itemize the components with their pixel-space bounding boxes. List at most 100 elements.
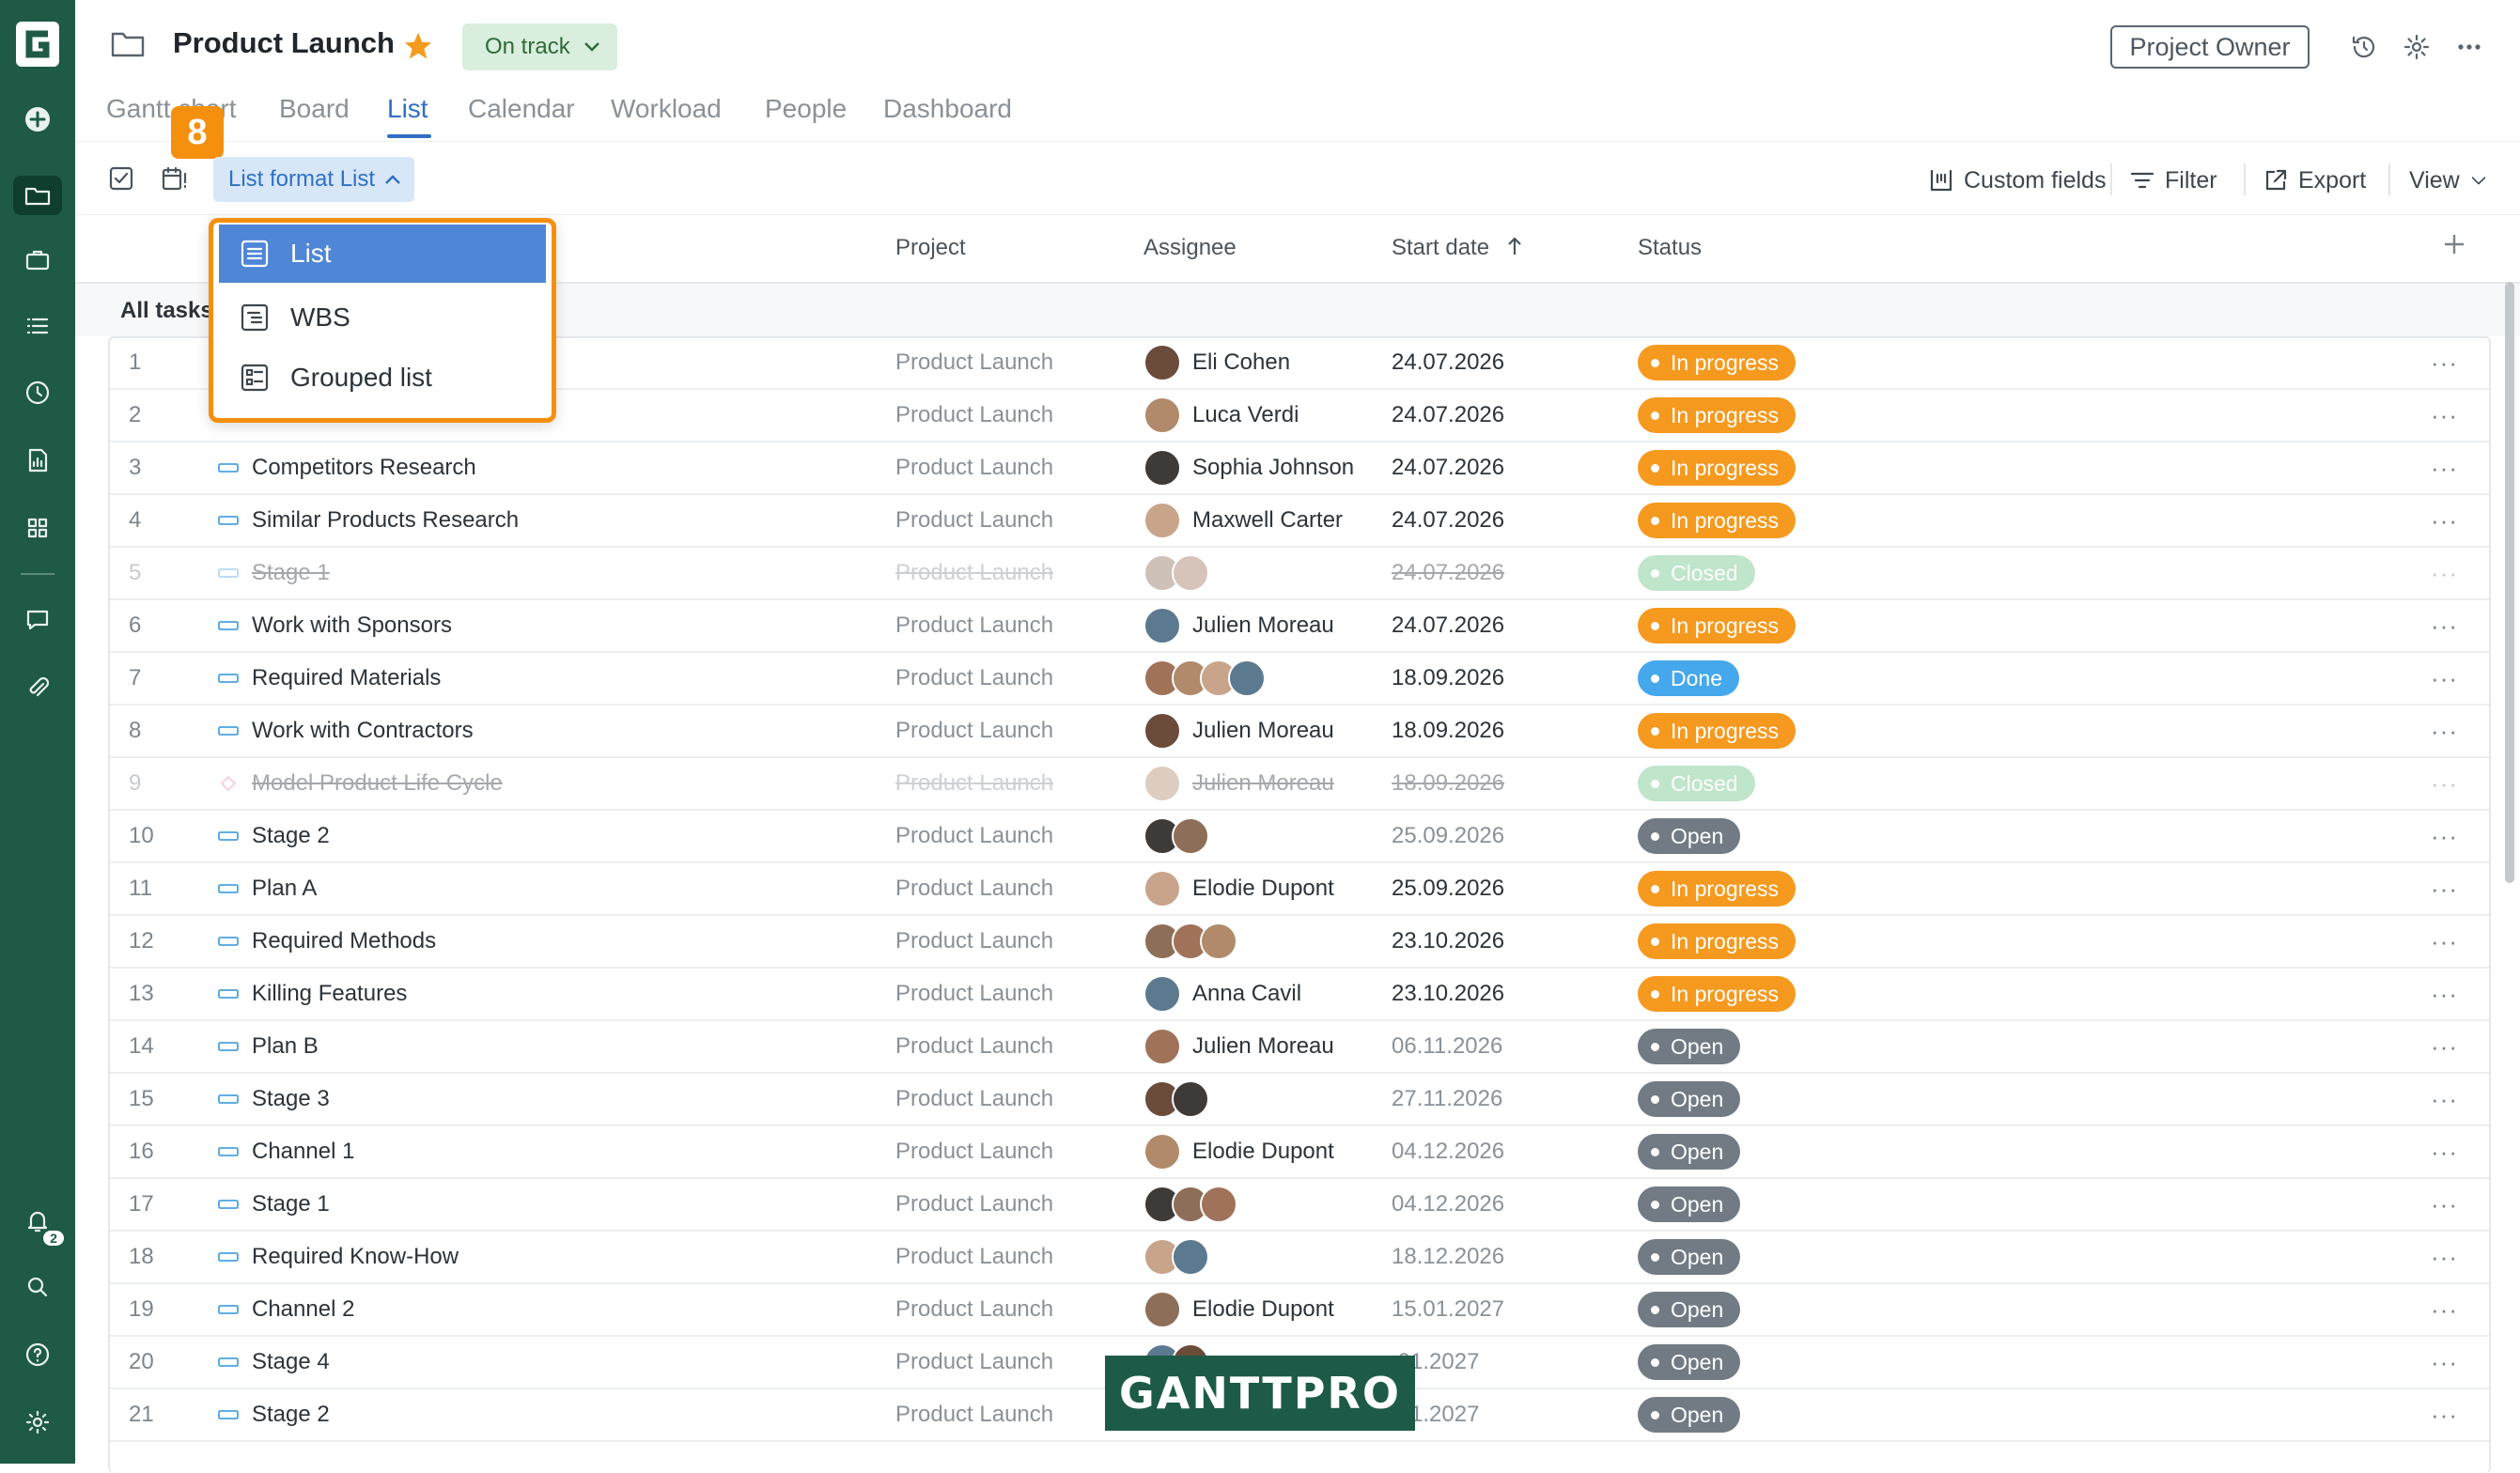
portfolio-briefcase-icon[interactable] [19,241,56,279]
task-name-cell[interactable]: Stage 4 [216,1337,330,1388]
vertical-scrollbar[interactable] [2505,282,2514,883]
tab-list[interactable]: List [387,94,428,124]
more-options-icon[interactable] [2450,28,2488,66]
status-badge[interactable]: Done [1638,660,1739,696]
assignee-cell[interactable] [1143,811,1209,861]
row-more-options-icon[interactable]: ··· [2431,495,2458,546]
task-name-cell[interactable]: Channel 2 [216,1284,354,1335]
assignee-cell[interactable]: Julien Moreau [1143,1021,1334,1072]
custom-fields-button[interactable]: Custom fields [1928,163,2106,197]
status-cell[interactable]: In progress [1638,495,1797,546]
project-status-dropdown[interactable]: On track [462,23,617,70]
task-name-cell[interactable]: Stage 2 [216,1389,330,1440]
column-header-assignee[interactable]: Assignee [1143,235,1237,261]
column-header-project[interactable]: Project [895,235,966,261]
start-date-cell[interactable]: 04.12.2026 [1392,1179,1504,1230]
table-row[interactable]: 9 Model Product Life Cycle Product Launch J… [110,758,2489,811]
column-header-start-date[interactable]: Start date [1392,235,1524,261]
row-more-options-icon[interactable]: ··· [2431,1074,2458,1124]
start-date-cell[interactable]: 04.12.2026 [1392,1126,1504,1177]
status-cell[interactable]: Open [1638,1284,1741,1335]
start-date-cell[interactable]: 24.07.2026 [1392,495,1504,546]
status-badge[interactable]: In progress [1638,450,1797,486]
status-badge[interactable]: Open [1638,818,1741,854]
assignee-cell[interactable]: Anna Cavil [1143,969,1301,1019]
assignee-cell[interactable]: Luca Verdi [1143,390,1299,441]
start-date-cell[interactable]: 18.12.2026 [1392,1232,1504,1282]
task-name-cell[interactable]: Competitors Research [216,442,476,493]
row-more-options-icon[interactable]: ··· [2431,1179,2458,1230]
filter-button[interactable]: Filter [2129,163,2217,197]
row-more-options-icon[interactable]: ··· [2431,1284,2458,1335]
start-date-cell[interactable]: 18.09.2026 [1392,758,1504,809]
row-more-options-icon[interactable]: ··· [2431,1232,2458,1282]
task-name-cell[interactable]: Similar Products Research [216,495,519,546]
row-more-options-icon[interactable]: ··· [2431,916,2458,967]
dropdown-item-grouped-list[interactable]: Grouped list [219,349,546,407]
list-format-button[interactable]: List format List [213,157,414,202]
status-cell[interactable]: Done [1638,653,1739,704]
table-row[interactable]: 4 Similar Products Research Product Launch… [110,495,2489,548]
view-dropdown[interactable]: View [2409,163,2488,197]
status-cell[interactable]: In progress [1638,600,1797,651]
start-date-cell[interactable]: 23.10.2026 [1392,969,1504,1019]
assignee-cell[interactable]: Eli Cohen [1143,337,1290,388]
status-badge[interactable]: Open [1638,1397,1741,1433]
start-date-cell[interactable]: 18.09.2026 [1392,653,1504,704]
reports-icon[interactable] [19,442,56,479]
status-badge[interactable]: Open [1638,1186,1741,1222]
row-more-options-icon[interactable]: ··· [2431,811,2458,861]
dropdown-item-wbs[interactable]: WBS [219,288,546,347]
assignee-cell[interactable] [1143,916,1237,967]
select-tasks-checkbox-icon[interactable] [104,162,138,195]
start-date-cell[interactable]: 24.07.2026 [1392,442,1504,493]
table-row[interactable]: 12 Required Methods Product Launch 23.10.20… [110,916,2489,969]
row-more-options-icon[interactable]: ··· [2431,1021,2458,1072]
status-cell[interactable]: Open [1638,1021,1741,1072]
status-cell[interactable]: Open [1638,1337,1741,1388]
dashboards-grid-icon[interactable] [19,509,56,547]
favorite-star-icon[interactable] [402,30,434,62]
task-name-cell[interactable]: Plan A [216,863,317,914]
task-name-cell[interactable]: Required Know-How [216,1232,459,1282]
tab-board[interactable]: Board [279,94,350,124]
task-name-cell[interactable]: Stage 2 [216,811,330,861]
status-badge[interactable]: In progress [1638,345,1797,380]
dropdown-item-list[interactable]: List [219,225,546,283]
table-row[interactable]: 15 Stage 3 Product Launch 27.11.2026 Open ··· [110,1074,2489,1126]
status-badge[interactable]: In progress [1638,608,1797,643]
status-cell[interactable]: Open [1638,1232,1741,1282]
status-cell[interactable]: In progress [1638,863,1797,914]
status-cell[interactable]: In progress [1638,390,1797,441]
table-row[interactable]: 16 Channel 1 Product Launch Elodie Dupont 04… [110,1126,2489,1179]
start-date-cell[interactable]: 24.07.2026 [1392,548,1504,598]
calendar-alert-icon[interactable] [157,162,191,195]
table-row[interactable]: 7 Required Materials Product Launch 18.09.2… [110,653,2489,705]
row-more-options-icon[interactable]: ··· [2431,1126,2458,1177]
column-header-status[interactable]: Status [1638,235,1702,261]
row-more-options-icon[interactable]: ··· [2431,653,2458,704]
table-row[interactable]: 18 Required Know-How Product Launch 18.12.2… [110,1232,2489,1284]
project-settings-gear-icon[interactable] [2398,28,2435,66]
tab-workload[interactable]: Workload [611,94,722,124]
tab-people[interactable]: People [765,94,847,124]
status-badge[interactable]: In progress [1638,871,1797,907]
status-badge[interactable]: In progress [1638,397,1797,433]
add-column-plus-icon[interactable] [2441,231,2467,257]
status-badge[interactable]: In progress [1638,923,1797,959]
start-date-cell[interactable]: 24.07.2026 [1392,390,1504,441]
tasks-list-icon[interactable] [19,307,56,345]
export-button[interactable]: Export [2263,163,2366,197]
table-row[interactable]: 8 Work with Contractors Product Launch Juli… [110,705,2489,758]
table-row[interactable]: 17 Stage 1 Product Launch 04.12.2026 Open ··· [110,1179,2489,1232]
row-more-options-icon[interactable]: ··· [2431,969,2458,1019]
row-more-options-icon[interactable]: ··· [2431,863,2458,914]
project-owner-button[interactable]: Project Owner [2110,25,2310,69]
assignee-cell[interactable]: Julien Moreau [1143,758,1334,809]
row-more-options-icon[interactable]: ··· [2431,337,2458,388]
task-name-cell[interactable]: Killing Features [216,969,407,1019]
assignee-cell[interactable] [1143,1232,1209,1282]
status-cell[interactable]: Open [1638,1074,1741,1124]
status-cell[interactable]: In progress [1638,337,1797,388]
start-date-cell[interactable]: 15.01.2027 [1392,1284,1504,1335]
